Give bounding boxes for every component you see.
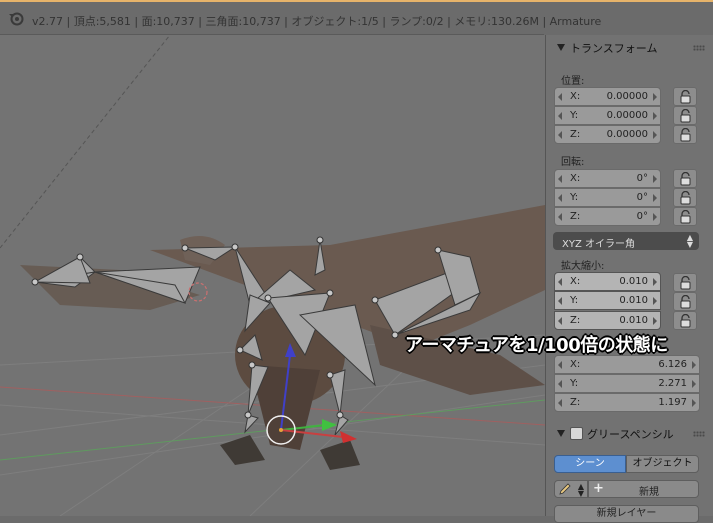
- lock-icon: [680, 109, 691, 123]
- tab-scene[interactable]: シーン: [554, 455, 626, 473]
- scale-label: 拡大縮小:: [561, 261, 605, 272]
- location-label: 位置:: [561, 76, 585, 87]
- grease-pencil-datablock-select[interactable]: ▲ ▼: [554, 480, 588, 498]
- 3d-viewport[interactable]: [0, 35, 545, 516]
- dimensions-y-field[interactable]: Y: 2.271: [554, 374, 700, 393]
- object-origin: [279, 428, 283, 432]
- grease-pencil-title: グリースペンシル: [587, 428, 674, 441]
- rotation-mode-select[interactable]: XYZ オイラー角 ▲ ▼: [553, 232, 699, 250]
- grease-pencil-panel-header[interactable]: グリースペンシル: [557, 426, 674, 442]
- lock-location-x-toggle[interactable]: [673, 87, 697, 106]
- scene-statistics: v2.77 | 頂点:5,581 | 面:10,737 | 三角面:10,737…: [32, 15, 602, 28]
- lock-rotation-z-toggle[interactable]: [673, 207, 697, 226]
- caption-overlay: アーマチュアを1/100倍の状態に: [405, 335, 668, 356]
- transform-panel-header[interactable]: トランスフォーム: [557, 40, 657, 56]
- dimensions-z-field[interactable]: Z: 1.197: [554, 393, 700, 412]
- grease-pencil-checkbox[interactable]: [570, 427, 583, 440]
- location-z-field[interactable]: Z: 0.00000: [554, 125, 661, 144]
- x-arrow-head-icon[interactable]: [340, 431, 357, 443]
- pencil-icon: [559, 483, 571, 495]
- lock-rotation-x-toggle[interactable]: [673, 169, 697, 188]
- location-y-field[interactable]: Y: 0.00000: [554, 106, 661, 125]
- rotation-label: 回転:: [561, 157, 585, 168]
- lock-icon: [680, 128, 691, 142]
- dimensions-x-field[interactable]: X: 6.126: [554, 355, 700, 374]
- collapse-triangle-icon[interactable]: [557, 44, 565, 51]
- rotation-y-field[interactable]: Y: 0°: [554, 188, 661, 207]
- panel-grip-icon[interactable]: [693, 431, 705, 437]
- transform-title: トランスフォーム: [570, 42, 658, 55]
- lock-rotation-y-toggle[interactable]: [673, 188, 697, 207]
- lock-icon: [680, 90, 691, 104]
- lock-icon: [680, 276, 691, 290]
- properties-panel: トランスフォーム 位置: X: 0.00000 Y: 0.00000 Z: 0.000…: [545, 35, 713, 523]
- info-header: v2.77 | 頂点:5,581 | 面:10,737 | 三角面:10,737…: [0, 0, 713, 34]
- panel-grip-icon[interactable]: [693, 45, 705, 51]
- lock-icon: [680, 172, 691, 186]
- lock-location-y-toggle[interactable]: [673, 106, 697, 125]
- lock-scale-z-toggle[interactable]: [673, 311, 697, 330]
- scale-y-field[interactable]: Y: 0.010: [554, 291, 661, 310]
- tab-object[interactable]: オブジェクト: [626, 455, 699, 473]
- lock-location-z-toggle[interactable]: [673, 125, 697, 144]
- location-x-field[interactable]: X: 0.00000: [554, 87, 661, 106]
- lock-icon: [680, 295, 691, 309]
- camera-line: [0, 35, 171, 249]
- scale-z-field[interactable]: Z: 0.010: [554, 311, 661, 330]
- rotation-x-field[interactable]: X: 0°: [554, 169, 661, 188]
- 3d-cursor-icon[interactable]: [188, 282, 208, 302]
- rotation-z-field[interactable]: Z: 0°: [554, 207, 661, 226]
- lock-icon: [680, 314, 691, 328]
- new-grease-pencil-button[interactable]: + 新規: [588, 480, 699, 498]
- scale-x-field[interactable]: X: 0.010: [554, 272, 661, 291]
- new-layer-button[interactable]: 新規レイヤー: [554, 505, 699, 523]
- lock-scale-x-toggle[interactable]: [673, 273, 697, 292]
- plus-icon: +: [593, 481, 604, 496]
- lock-scale-y-toggle[interactable]: [673, 292, 697, 311]
- up-down-arrows-icon: ▲ ▼: [577, 482, 584, 498]
- viewport-scene: [0, 35, 545, 516]
- blender-logo-icon[interactable]: [8, 10, 24, 26]
- lock-icon: [680, 210, 691, 224]
- up-down-arrows-icon: ▲ ▼: [686, 233, 693, 249]
- lock-icon: [680, 191, 691, 205]
- collapse-triangle-icon[interactable]: [557, 430, 565, 437]
